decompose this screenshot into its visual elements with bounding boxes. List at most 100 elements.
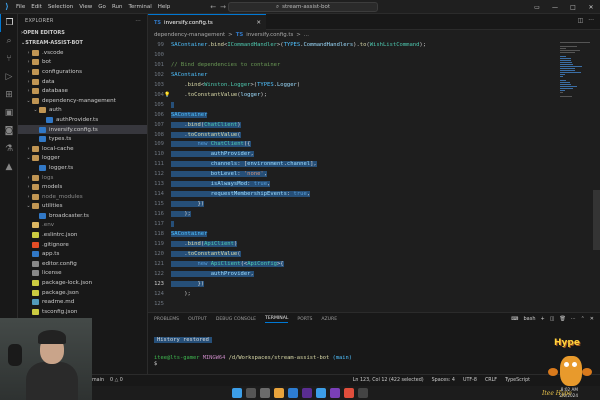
layout-icon[interactable]: ▭ xyxy=(528,0,546,14)
editor-scrollbar[interactable] xyxy=(593,190,600,250)
tree-item[interactable]: › data xyxy=(18,77,147,87)
language-mode[interactable]: TypeScript xyxy=(505,378,530,383)
tree-item[interactable]: ⌄ utilities xyxy=(18,202,147,212)
search-view-icon[interactable]: ⌕ xyxy=(0,32,18,50)
start-icon[interactable] xyxy=(232,388,242,398)
tree-item[interactable]: .env xyxy=(18,221,147,231)
code-line[interactable]: 102 SAContainer xyxy=(148,70,588,80)
problems-status[interactable]: 0 △ 0 xyxy=(110,378,123,383)
tab-problems[interactable]: PROBLEMS xyxy=(154,317,179,322)
breadcrumb-file[interactable]: inversify.config.ts xyxy=(246,32,293,38)
menu-go[interactable]: Go xyxy=(98,4,106,10)
code-line[interactable]: 105 xyxy=(148,100,588,110)
tab-output[interactable]: OUTPUT xyxy=(188,317,207,322)
tab-debug-console[interactable]: DEBUG CONSOLE xyxy=(216,317,256,322)
obs-icon[interactable] xyxy=(344,388,354,398)
tree-item[interactable]: .eslintrc.json xyxy=(18,230,147,240)
close-tab-icon[interactable]: ✕ xyxy=(256,20,261,26)
code-line[interactable]: 124 ); xyxy=(148,289,588,299)
docker-icon[interactable]: ◙ xyxy=(0,122,18,140)
tab-inversify-config[interactable]: TS inversify.config.ts ✕ xyxy=(148,14,266,30)
vscode-taskbar-icon[interactable] xyxy=(316,388,326,398)
maximize-icon[interactable]: □ xyxy=(564,0,582,14)
testing-icon[interactable]: ⚗ xyxy=(0,140,18,158)
code-line[interactable]: 123 }) xyxy=(148,279,588,289)
code-line[interactable]: 125 xyxy=(148,299,588,308)
tree-item[interactable]: types.ts xyxy=(18,134,147,144)
discord-icon[interactable] xyxy=(330,388,340,398)
tree-item[interactable]: app.ts xyxy=(18,249,147,259)
minimap[interactable] xyxy=(558,40,592,308)
split-editor-icon[interactable]: ◫ xyxy=(578,17,584,24)
menu-help[interactable]: Help xyxy=(158,4,171,10)
tree-item[interactable]: authProvider.ts xyxy=(18,115,147,125)
breadcrumb-folder[interactable]: dependency-management xyxy=(154,32,225,38)
tree-item[interactable]: readme.md xyxy=(18,297,147,307)
tree-item[interactable]: package.json xyxy=(18,288,147,298)
code-line[interactable]: 110 authProvider, xyxy=(148,149,588,159)
code-line[interactable]: 112 botLevel: 'none', xyxy=(148,169,588,179)
tree-item[interactable]: › database xyxy=(18,86,147,96)
visual-studio-icon[interactable] xyxy=(302,388,312,398)
code-line[interactable]: 119 .bind(ApiClient) xyxy=(148,239,588,249)
code-line[interactable]: 118 SAContainer xyxy=(148,229,588,239)
code-line[interactable]: 106 SAContainer xyxy=(148,110,588,120)
code-line[interactable]: 114 requestMembershipEvents: true, xyxy=(148,189,588,199)
code-line[interactable]: 117 xyxy=(148,219,588,229)
tree-item[interactable]: package-lock.json xyxy=(18,278,147,288)
cursor-position[interactable]: Ln 123, Col 12 (422 selected) xyxy=(353,378,424,383)
menu-selection[interactable]: Selection xyxy=(48,4,73,10)
tree-item[interactable]: ⌄ logger xyxy=(18,154,147,164)
new-terminal-icon[interactable]: + xyxy=(541,316,545,322)
tree-item[interactable]: › local-cache xyxy=(18,144,147,154)
encoding[interactable]: UTF-8 xyxy=(463,378,477,383)
tree-item[interactable]: › logs xyxy=(18,173,147,183)
code-line[interactable]: 99 SAContainer.bind<ICommandHandler>(TYPE… xyxy=(148,40,588,50)
remote-explorer-icon[interactable]: ▣ xyxy=(0,104,18,122)
tree-item[interactable]: license xyxy=(18,269,147,279)
search-taskbar-icon[interactable] xyxy=(246,388,256,398)
tree-item[interactable]: editor.config xyxy=(18,259,147,269)
explorer-icon[interactable]: ❐ xyxy=(0,14,18,32)
command-center-search[interactable]: ⌕ stream-assist-bot xyxy=(228,2,378,12)
terminal-taskbar-icon[interactable] xyxy=(358,388,368,398)
code-line[interactable]: 100 xyxy=(148,50,588,60)
tree-item[interactable]: › models xyxy=(18,182,147,192)
menu-view[interactable]: View xyxy=(79,4,92,10)
tree-item[interactable]: tsconfig.json xyxy=(18,307,147,317)
code-line[interactable]: 107 .bind(ChatClient) xyxy=(148,120,588,130)
menu-run[interactable]: Run xyxy=(112,4,123,10)
tree-item[interactable]: ⌄ auth xyxy=(18,106,147,116)
file-explorer-icon[interactable] xyxy=(274,388,284,398)
minimize-icon[interactable]: — xyxy=(546,0,564,14)
code-line[interactable]: 103 .bind<Winston.Logger>(TYPES.Logger) xyxy=(148,80,588,90)
project-section[interactable]: ⌄ STREAM-ASSIST-BOT xyxy=(18,38,147,48)
close-window-icon[interactable]: ✕ xyxy=(582,0,600,14)
close-panel-icon[interactable]: ✕ xyxy=(590,316,594,322)
open-editors-section[interactable]: › OPEN EDITORS xyxy=(18,28,147,38)
code-line[interactable]: 113 isAlwaysMod: true, xyxy=(148,179,588,189)
tree-item[interactable]: › node_modules xyxy=(18,192,147,202)
menu-terminal[interactable]: Terminal xyxy=(128,4,151,10)
tree-item[interactable]: › configurations xyxy=(18,67,147,77)
menu-edit[interactable]: Edit xyxy=(31,4,42,10)
split-terminal-icon[interactable]: ◫ xyxy=(550,316,555,322)
line-ending[interactable]: CRLF xyxy=(485,378,497,383)
tab-azure[interactable]: AZURE xyxy=(321,317,337,322)
tab-terminal[interactable]: TERMINAL xyxy=(265,316,289,323)
edge-icon[interactable] xyxy=(288,388,298,398)
more-actions-icon[interactable]: ··· xyxy=(571,316,576,322)
code-line[interactable]: 116 ); xyxy=(148,209,588,219)
more-actions-icon[interactable]: ··· xyxy=(588,17,594,24)
tree-item[interactable]: › bot xyxy=(18,58,147,68)
tree-item[interactable]: ⌄ dependency-management xyxy=(18,96,147,106)
breadcrumb-symbol[interactable]: ... xyxy=(304,32,309,38)
indentation[interactable]: Spaces: 4 xyxy=(432,378,455,383)
source-control-icon[interactable]: ⑂ xyxy=(0,50,18,68)
maximize-panel-icon[interactable]: ⌃ xyxy=(581,316,585,322)
lightbulb-icon[interactable]: 💡 xyxy=(164,92,171,98)
tree-item[interactable]: broadcaster.ts xyxy=(18,211,147,221)
tab-ports[interactable]: PORTS xyxy=(297,317,312,322)
more-actions-icon[interactable]: ··· xyxy=(135,18,141,24)
terminal[interactable]: History restored itee@lts-gamer MINGW64 … xyxy=(148,325,600,367)
